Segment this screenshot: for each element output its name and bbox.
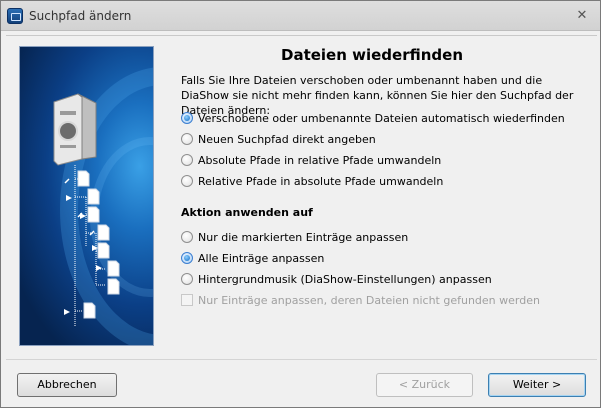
option-auto-find[interactable]: Verschobene oder umbenannte Dateien auto… (181, 110, 565, 126)
window-title: Suchpfad ändern (29, 9, 132, 23)
radio-new-path[interactable] (181, 133, 193, 145)
option-marked-only[interactable]: Nur die markierten Einträge anpassen (181, 229, 408, 245)
option-auto-find-label: Verschobene oder umbenannte Dateien auto… (198, 111, 565, 125)
radio-auto-find[interactable] (181, 112, 193, 124)
option-rel-to-abs[interactable]: Relative Pfade in absolute Pfade umwande… (181, 173, 443, 189)
dialog-window: Suchpfad ändern ✕ Dateien wiederfinden F… (0, 0, 601, 408)
checkbox-missing-only (181, 294, 193, 306)
main-panel: Dateien wiederfinden Falls Sie Ihre Date… (161, 46, 591, 346)
apply-section-heading: Aktion anwenden auf (181, 206, 313, 219)
radio-marked-only[interactable] (181, 231, 193, 243)
close-button[interactable]: ✕ (572, 6, 592, 26)
option-abs-to-rel[interactable]: Absolute Pfade in relative Pfade umwande… (181, 152, 441, 168)
title-bar: Suchpfad ändern ✕ (1, 1, 600, 31)
sidebar-illustration (19, 46, 154, 346)
computer-icon (53, 93, 97, 166)
option-marked-only-label: Nur die markierten Einträge anpassen (198, 230, 409, 244)
document-icons (77, 170, 120, 319)
option-missing-only-label: Nur Einträge anpassen, deren Dateien nic… (198, 293, 540, 307)
back-button[interactable]: < Zurück (376, 373, 473, 397)
option-new-path-label: Neuen Suchpfad direkt angeben (198, 132, 376, 146)
option-new-path[interactable]: Neuen Suchpfad direkt angeben (181, 131, 376, 147)
next-button[interactable]: Weiter > (488, 373, 586, 397)
footer-divider (6, 359, 597, 360)
option-missing-only: Nur Einträge anpassen, deren Dateien nic… (181, 292, 540, 308)
file-tree-illustration (53, 93, 120, 327)
option-all-entries[interactable]: Alle Einträge anpassen (181, 250, 324, 266)
option-abs-to-rel-label: Absolute Pfade in relative Pfade umwande… (198, 153, 442, 167)
radio-background-music[interactable] (181, 273, 193, 285)
radio-abs-to-rel[interactable] (181, 154, 193, 166)
option-background-music[interactable]: Hintergrundmusik (DiaShow-Einstellungen)… (181, 271, 492, 287)
radio-rel-to-abs[interactable] (181, 175, 193, 187)
option-background-music-label: Hintergrundmusik (DiaShow-Einstellungen)… (198, 272, 492, 286)
cancel-button[interactable]: Abbrechen (17, 373, 117, 397)
page-heading: Dateien wiederfinden (281, 46, 463, 64)
diashow-app-icon (7, 8, 23, 24)
option-all-entries-label: Alle Einträge anpassen (198, 251, 325, 265)
option-rel-to-abs-label: Relative Pfade in absolute Pfade umwande… (198, 174, 444, 188)
radio-all-entries[interactable] (181, 252, 193, 264)
